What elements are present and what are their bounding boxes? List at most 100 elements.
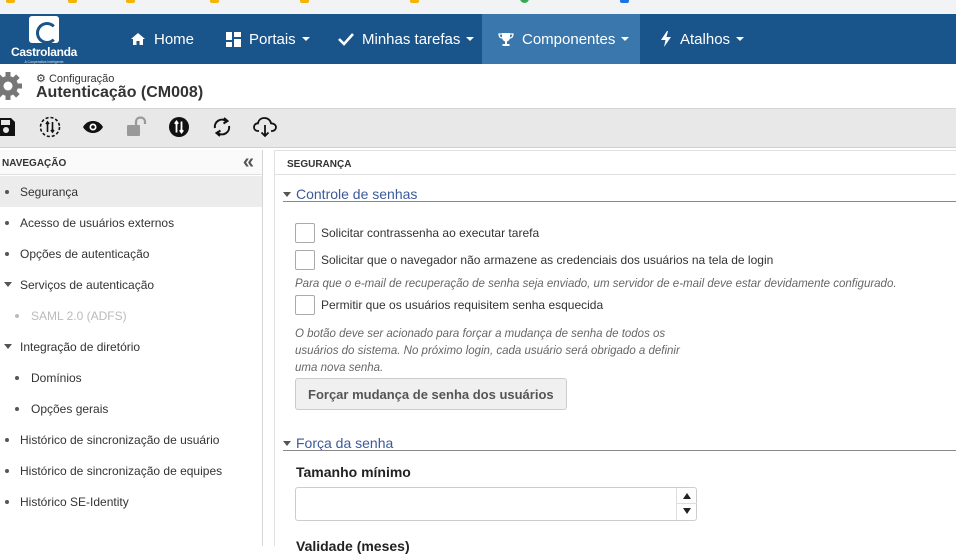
restrict-filled-icon (168, 116, 190, 143)
sidebar-item-historico-equipes[interactable]: Histórico de sincronização de equipes (0, 455, 262, 486)
action-toolbar (0, 108, 956, 148)
checkbox-row[interactable]: Solicitar contrassenha ao executar taref… (295, 223, 539, 243)
force-password-change-button[interactable]: Forçar mudança de senha dos usuários (295, 378, 567, 410)
bullet-icon (5, 438, 9, 442)
sidebar-item-acesso-externos[interactable]: Acesso de usuários externos (0, 207, 262, 238)
checkbox-row[interactable]: Solicitar que o navegador não armazene a… (295, 250, 773, 270)
senha-esquecida-checkbox[interactable] (295, 295, 315, 315)
sidebar-heading: NAVEGAÇÃO « (0, 150, 262, 175)
contrassenha-checkbox[interactable] (295, 223, 315, 243)
unlock-button[interactable] (124, 115, 148, 143)
nav-atalhos[interactable]: Atalhos (644, 14, 760, 64)
bullet-icon (15, 407, 19, 411)
collapse-sidebar-icon[interactable]: « (243, 152, 254, 172)
nav-componentes-label: Componentes (522, 30, 616, 48)
restrict-button[interactable] (38, 116, 62, 141)
checkbox-label: Permitir que os usuários requisitem senh… (321, 298, 604, 312)
sidebar-item-seguranca[interactable]: Segurança (0, 176, 262, 207)
spin-up-icon[interactable] (683, 493, 691, 499)
nao-armazenar-credenciais-checkbox[interactable] (295, 250, 315, 270)
top-navbar: Castrolanda A Cooperativa Inteligente Ho… (0, 14, 956, 64)
panel-heading: SEGURANÇA (275, 150, 956, 175)
sidebar-item-opcoes-autenticacao[interactable]: Opções de autenticação (0, 238, 262, 269)
trophy-icon (498, 32, 514, 47)
dashboard-icon (226, 31, 241, 47)
chevron-down-icon (621, 37, 630, 41)
collapse-arrow-icon (283, 440, 291, 446)
nav-atalhos-label: Atalhos (680, 30, 731, 48)
sidebar-item-dominios[interactable]: Domínios (0, 362, 262, 393)
section-title: Controle de senhas (296, 186, 418, 202)
bookmark-icon[interactable] (126, 0, 135, 3)
checkbox-label: Solicitar contrassenha ao executar taref… (321, 226, 540, 240)
bookmark-icon[interactable] (300, 0, 309, 3)
download-button[interactable] (253, 116, 277, 143)
page-header: ⚙ Configuração Autenticação (CM008) (0, 64, 956, 108)
gear-icon (0, 70, 24, 102)
page-title: Autenticação (CM008) (36, 84, 204, 101)
sidebar-item-historico-se-identity[interactable]: Histórico SE-Identity (0, 486, 262, 517)
section-title: Força da senha (296, 435, 394, 451)
section-divider (283, 201, 956, 202)
nav-home-label: Home (154, 30, 195, 48)
nav-componentes[interactable]: Componentes (482, 14, 640, 64)
restrict-access-button[interactable] (167, 116, 191, 143)
logo-mark-icon (29, 16, 59, 44)
sidebar-item-opcoes-gerais[interactable]: Opções gerais (0, 393, 262, 424)
bookmark-icon[interactable] (210, 0, 219, 3)
sidebar-item-saml: SAML 2.0 (ADFS) (0, 300, 262, 331)
expand-arrow-icon[interactable] (4, 282, 12, 287)
collapse-arrow-icon (283, 191, 291, 197)
bullet-icon (15, 314, 19, 318)
bookmark-icon[interactable] (410, 0, 419, 3)
sidebar-item-historico-usuario[interactable]: Histórico de sincronização de usuário (0, 424, 262, 455)
validity-label: Validade (meses) (296, 538, 410, 554)
min-length-input[interactable] (295, 487, 697, 521)
unlock-icon (125, 115, 147, 143)
main-panel: SEGURANÇA Controle de senhas Solicitar c… (274, 150, 956, 554)
bolt-icon (660, 31, 672, 47)
section-divider (283, 450, 956, 451)
bullet-icon (5, 190, 9, 194)
bookmark-icon[interactable] (520, 0, 529, 3)
nav-home[interactable]: Home (114, 14, 210, 64)
navigation-sidebar: NAVEGAÇÃO « Segurança Acesso de usuários… (0, 150, 263, 546)
bullet-icon (5, 469, 9, 473)
sidebar-item-servicos-autenticacao[interactable]: Serviços de autenticação (0, 269, 262, 300)
bullet-icon (15, 376, 19, 380)
sidebar-item-integracao-diretorio[interactable]: Integração de diretório (0, 331, 262, 362)
save-icon (0, 117, 16, 142)
cloud-download-icon (253, 116, 277, 143)
section-forca-senha-toggle[interactable]: Força da senha (283, 435, 393, 451)
nav-portais-label: Portais (249, 30, 296, 48)
chevron-down-icon (466, 37, 475, 41)
bullet-icon (5, 221, 9, 225)
bookmark-icon[interactable] (6, 0, 15, 3)
refresh-icon (211, 116, 233, 143)
spin-down-icon[interactable] (683, 508, 691, 514)
home-icon (130, 32, 146, 46)
number-spinner[interactable] (676, 488, 697, 520)
expand-arrow-icon[interactable] (4, 344, 12, 349)
nav-minhas-tarefas-label: Minhas tarefas (362, 30, 461, 48)
check-icon (338, 32, 354, 46)
bookmark-icon[interactable] (620, 0, 629, 3)
chevron-down-icon (301, 37, 310, 41)
checkbox-row[interactable]: Permitir que os usuários requisitem senh… (295, 295, 603, 315)
eye-icon (82, 120, 104, 139)
bookmark-icon[interactable] (68, 0, 77, 3)
force-change-hint: O botão deve ser acionado para forçar a … (295, 328, 680, 374)
view-button[interactable] (81, 117, 105, 141)
bullet-icon (5, 252, 9, 256)
email-recovery-hint: Para que o e-mail de recuperação de senh… (295, 278, 897, 290)
castrolanda-logo[interactable]: Castrolanda A Cooperativa Inteligente (0, 14, 88, 64)
section-controle-senhas-toggle[interactable]: Controle de senhas (283, 186, 417, 202)
refresh-button[interactable] (210, 116, 234, 143)
min-length-label: Tamanho mínimo (296, 464, 411, 480)
bullet-icon (5, 500, 9, 504)
chevron-down-icon (736, 37, 745, 41)
checkbox-label: Solicitar que o navegador não armazene a… (321, 253, 774, 267)
save-button[interactable] (0, 117, 18, 141)
nav-portais[interactable]: Portais (210, 14, 326, 64)
nav-minhas-tarefas[interactable]: Minhas tarefas (322, 14, 490, 64)
